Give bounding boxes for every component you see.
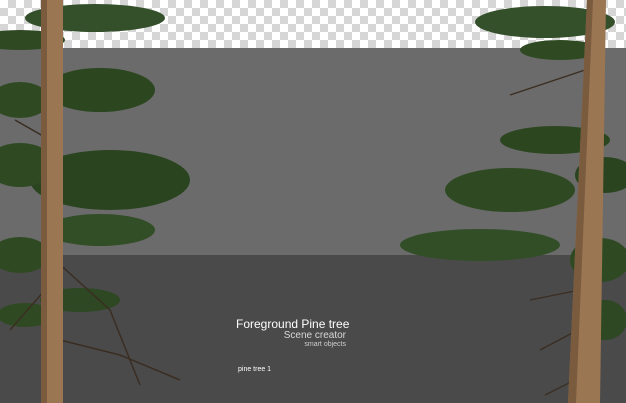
item-label: pine tree 1 [238, 366, 272, 373]
caption-subtitle: Scene creator [283, 330, 346, 341]
caption-block: Foreground Pine tree Scene creator smart… [236, 318, 349, 349]
caption-tagline: smart objects [304, 341, 346, 348]
pine-tree-scene: Foreground Pine tree Scene creator smart… [0, 0, 626, 403]
